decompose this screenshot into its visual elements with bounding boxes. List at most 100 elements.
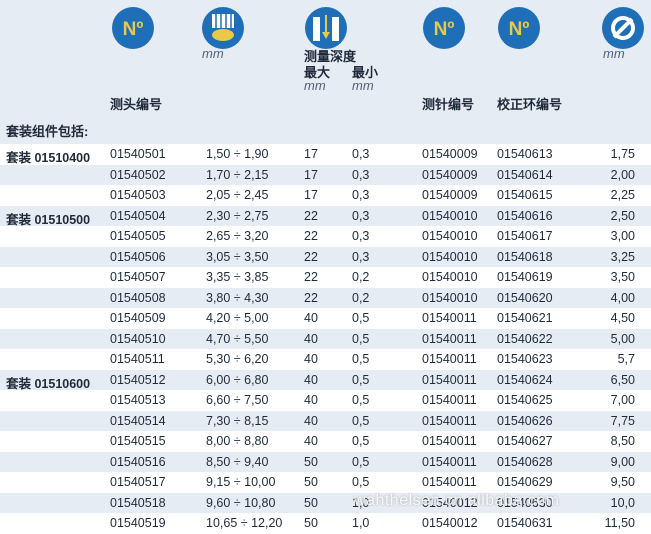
ring-diameter: 4,00 xyxy=(610,290,635,305)
depth-max: 17 xyxy=(304,147,318,161)
depth-max: 17 xyxy=(304,167,318,182)
measuring-range: 4,70 ÷ 5,50 xyxy=(206,331,269,346)
ring-number: 01540615 xyxy=(497,188,553,202)
ring-number: 01540631 xyxy=(497,516,553,530)
pin-number: 01540010 xyxy=(422,208,478,223)
depth-max: 40 xyxy=(304,434,318,448)
measuring-range: 9,15 ÷ 10,00 xyxy=(206,475,276,489)
depth-max: 50 xyxy=(304,516,318,530)
depth-max-unit: mm xyxy=(304,78,326,93)
measuring-range: 2,65 ÷ 3,20 xyxy=(206,229,269,243)
ring-diameter: 3,25 xyxy=(610,249,635,264)
head-number: 01540507 xyxy=(110,270,166,284)
ring-number: 01540620 xyxy=(497,290,553,305)
measuring-range: 6,60 ÷ 7,50 xyxy=(206,393,269,407)
depth-max: 17 xyxy=(304,188,318,202)
table-row: 01540513 6,60 ÷ 7,50 40 0,5 01540011 01540625… xyxy=(0,390,651,411)
col-head-number: 测头编号 xyxy=(110,97,163,112)
pin-number: 01540009 xyxy=(422,167,478,182)
depth-min: 1,0 xyxy=(352,516,370,530)
depth-min: 0,5 xyxy=(352,352,370,366)
ring-number: 01540613 xyxy=(497,147,553,161)
table-row: 01540503 2,05 ÷ 2,45 17 0,3 01540009 01540615… xyxy=(0,185,651,206)
ring-diameter: 10,0 xyxy=(610,495,635,510)
depth-min: 0,5 xyxy=(352,311,370,325)
head-number: 01540508 xyxy=(110,290,166,305)
ring-number: 01540614 xyxy=(497,167,553,182)
depth-max: 40 xyxy=(304,352,318,366)
range-unit-label: mm xyxy=(202,46,224,61)
depth-min: 0,5 xyxy=(352,393,370,407)
ring-number: 01540623 xyxy=(497,352,553,366)
ring-number: 01540628 xyxy=(497,454,553,469)
pin-number: 01540010 xyxy=(422,249,478,264)
measuring-range: 4,20 ÷ 5,00 xyxy=(206,311,269,325)
depth-max: 22 xyxy=(304,249,318,264)
ring-diameter: 9,00 xyxy=(610,454,635,469)
ring-number: 01540616 xyxy=(497,208,553,223)
head-number: 01540505 xyxy=(110,229,166,243)
table-row: 套装 01510600 01540512 6,00 ÷ 6,80 40 0,5 01540… xyxy=(0,369,651,391)
depth-max: 22 xyxy=(304,270,318,284)
svg-text:Nº: Nº xyxy=(123,19,144,40)
set-label: 套装 01510500 xyxy=(6,212,91,227)
head-number: 01540506 xyxy=(110,249,166,264)
head-number: 01540515 xyxy=(110,434,166,448)
col-pin-number: 测针编号 xyxy=(422,97,475,112)
depth-min: 0,5 xyxy=(352,454,370,469)
head-number: 01540509 xyxy=(110,311,166,325)
depth-max: 50 xyxy=(304,495,318,510)
pin-number: 01540011 xyxy=(422,352,477,366)
depth-min: 0,5 xyxy=(352,413,370,428)
pin-number: 01540010 xyxy=(422,270,478,284)
depth-max: 40 xyxy=(304,372,318,387)
ring-diameter: 5,7 xyxy=(617,352,635,366)
bore-diameter-icon xyxy=(202,7,244,49)
table-row: 01540502 1,70 ÷ 2,15 17 0,3 01540009 01540614… xyxy=(0,164,651,185)
depth-min: 0,3 xyxy=(352,229,370,243)
table-row: 01540505 2,65 ÷ 3,20 22 0,3 01540010 01540617… xyxy=(0,226,651,247)
depth-min: 0,3 xyxy=(352,249,370,264)
set-label: 套装 01510600 xyxy=(6,376,91,391)
pin-number: 01540010 xyxy=(422,229,478,243)
table-row: 01540511 5,30 ÷ 6,20 40 0,5 01540011 01540623… xyxy=(0,349,651,370)
number-icon: Nº xyxy=(498,7,540,49)
svg-text:Nº: Nº xyxy=(509,19,530,40)
depth-min: 0,5 xyxy=(352,331,370,346)
table-row: 套装 01510500 01540504 2,30 ÷ 2,75 22 0,3 01540… xyxy=(0,205,651,227)
pin-number: 01540011 xyxy=(422,311,477,325)
ring-number: 01540626 xyxy=(497,413,553,428)
diameter-icon xyxy=(602,7,644,49)
depth-icon xyxy=(305,7,347,49)
table-row: 01540510 4,70 ÷ 5,50 40 0,5 01540011 01540622… xyxy=(0,328,651,349)
depth-max: 40 xyxy=(304,413,318,428)
ring-diameter: 3,00 xyxy=(610,229,635,243)
table-row: 01540517 9,15 ÷ 10,00 50 0,5 01540011 0154062… xyxy=(0,472,651,493)
pin-number: 01540011 xyxy=(422,454,477,469)
ring-diameter: 6,50 xyxy=(610,372,635,387)
pin-number: 01540009 xyxy=(422,188,478,202)
depth-min: 0,3 xyxy=(352,167,370,182)
measuring-range: 3,80 ÷ 4,30 xyxy=(206,290,269,305)
pin-number: 01540011 xyxy=(422,372,477,387)
ring-diameter: 7,00 xyxy=(610,393,635,407)
ring-number: 01540629 xyxy=(497,475,553,489)
ring-number: 01540617 xyxy=(497,229,553,243)
head-number: 01540511 xyxy=(110,352,165,366)
measuring-range: 2,05 ÷ 2,45 xyxy=(206,188,269,202)
depth-min: 0,3 xyxy=(352,208,370,223)
kit-contents-heading: 套装组件包括: xyxy=(0,114,651,145)
pin-number: 01540012 xyxy=(422,516,478,530)
measuring-range: 3,35 ÷ 3,85 xyxy=(206,270,269,284)
ring-number: 01540621 xyxy=(497,311,553,325)
ring-diameter: 7,75 xyxy=(610,413,635,428)
pin-number: 01540010 xyxy=(422,290,478,305)
ring-diameter: 9,50 xyxy=(610,475,635,489)
head-number: 01540510 xyxy=(110,331,166,346)
depth-min: 0,5 xyxy=(352,434,370,448)
table-header: Nº mm 测量深度 最大 最小 mm mm Nº Nº mm 测头编号 测针编… xyxy=(0,0,651,114)
ring-diameter: 2,00 xyxy=(610,167,635,182)
ring-number: 01540618 xyxy=(497,249,553,264)
depth-min: 0,5 xyxy=(352,475,370,489)
ring-number: 01540619 xyxy=(497,270,553,284)
